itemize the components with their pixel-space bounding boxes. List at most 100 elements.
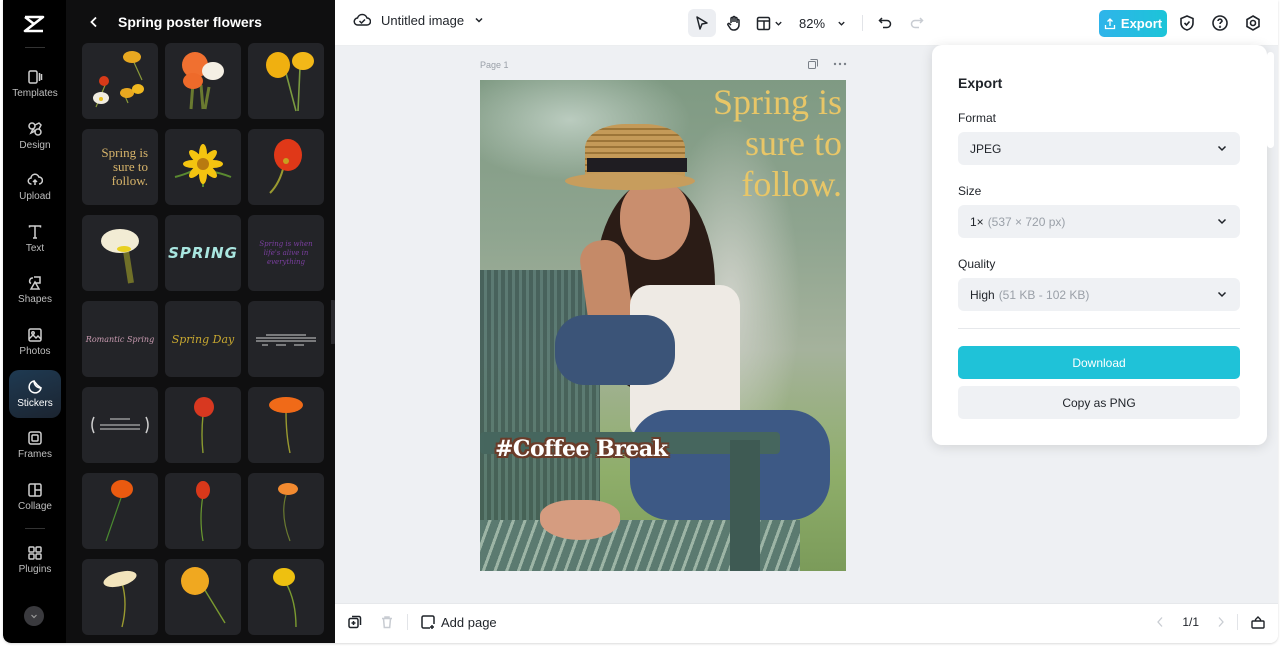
popup-divider [958, 328, 1240, 329]
copy-as-png-button[interactable]: Copy as PNG [958, 386, 1240, 419]
design-icon [28, 122, 42, 136]
orange-poppy-sticker [105, 480, 133, 542]
add-page-icon [421, 615, 435, 629]
zoom-level: 82% [799, 15, 826, 31]
rail-item-templates[interactable]: Templates [9, 60, 61, 108]
quality-select[interactable]: High (51 KB - 102 KB) [958, 278, 1240, 311]
settings-hex-icon [1246, 15, 1260, 31]
rail-item-collage[interactable]: Collage [9, 473, 61, 521]
rail-item-label: Shapes [18, 294, 52, 305]
sticker-tile[interactable]: Spring is sure to follow. [82, 129, 158, 205]
rail-item-upload[interactable]: Upload [9, 163, 61, 211]
chevron-down-icon [1217, 218, 1227, 225]
page-counter: 1/1 [1182, 615, 1199, 629]
rail-item-design[interactable]: Design [9, 112, 61, 160]
sticker-tile[interactable] [248, 387, 324, 463]
canvas-tools: 82% [688, 9, 931, 37]
rail-item-text[interactable]: Text [9, 215, 61, 263]
red-poppy-sticker [269, 139, 302, 194]
sticker-grid: Spring is sure to follow. SPRING Spring … [82, 43, 324, 635]
back-button[interactable] [84, 12, 104, 32]
sticker-tile[interactable] [165, 559, 241, 635]
sticker-tile[interactable]: Spring is when life's alive in everythin… [248, 215, 324, 291]
duplicate-add-icon[interactable] [347, 614, 363, 630]
sunflower-sticker [174, 144, 232, 187]
help-button[interactable] [1211, 14, 1229, 32]
trash-icon[interactable] [379, 614, 395, 630]
rail-more-button[interactable] [24, 606, 44, 626]
rail-item-photos[interactable]: Photos [9, 318, 61, 366]
cursor-icon [696, 16, 708, 30]
more-options-icon[interactable] [833, 62, 847, 66]
sticker-tile[interactable] [248, 129, 324, 205]
orange-white-poppies-sticker [182, 52, 224, 110]
poster-headline[interactable]: Spring is sure to follow. [713, 82, 842, 205]
stickers-icon [28, 380, 42, 394]
settings-button[interactable] [1244, 14, 1262, 32]
redo-button[interactable] [903, 9, 931, 37]
poster-tag[interactable]: #Coffee Break [495, 436, 668, 462]
size-select[interactable]: 1× (537 × 720 px) [958, 205, 1240, 238]
right-panel-scrollbar[interactable] [1267, 52, 1274, 148]
undo-button[interactable] [871, 9, 899, 37]
rail-item-stickers[interactable]: Stickers [9, 370, 61, 418]
hand-tool-button[interactable] [720, 9, 748, 37]
download-button[interactable]: Download [958, 346, 1240, 379]
divider [1237, 614, 1238, 630]
yellow-poppy-sticker [273, 568, 297, 628]
sticker-tile[interactable] [82, 473, 158, 549]
rail-item-label: Design [19, 140, 51, 151]
chevron-down-icon [31, 614, 37, 619]
select-tool-button[interactable] [688, 9, 716, 37]
sticker-tile[interactable] [248, 473, 324, 549]
export-button[interactable]: Export [1099, 10, 1167, 37]
export-popup-title: Export [958, 75, 1003, 91]
photo-face [620, 180, 690, 260]
rail-item-plugins[interactable]: Plugins [9, 536, 61, 584]
shapes-icon [28, 276, 41, 290]
sticker-tile[interactable] [82, 43, 158, 119]
next-page-icon[interactable] [1217, 616, 1225, 628]
capcut-logo-icon[interactable] [22, 14, 46, 34]
document-title-menu[interactable]: Untitled image [353, 12, 484, 28]
size-detail: (537 × 720 px) [987, 214, 1066, 229]
upload-cloud-icon [27, 173, 43, 185]
add-page-button[interactable]: Add page [420, 614, 497, 630]
rail-item-shapes[interactable]: Shapes [9, 266, 61, 314]
stickers-panel: Spring poster flowers Spring is sure to … [66, 0, 335, 643]
rail-item-frames[interactable]: Frames [9, 421, 61, 469]
duplicate-page-icon[interactable] [807, 58, 819, 70]
divider [407, 614, 408, 630]
tile-text: SPRING [168, 244, 238, 262]
red-poppy-2-sticker [196, 481, 210, 542]
format-select[interactable]: JPEG [958, 132, 1240, 165]
toolbar-divider [862, 15, 864, 31]
sticker-tile[interactable] [82, 559, 158, 635]
layout-menu-button[interactable] [752, 9, 787, 37]
prev-page-icon[interactable] [1156, 616, 1164, 628]
rail-divider [25, 47, 45, 48]
sticker-tile[interactable] [248, 43, 324, 119]
bottom-bar: Add page 1/1 [335, 603, 1278, 643]
sticker-tile[interactable] [165, 387, 241, 463]
cloud-saved-icon [353, 13, 371, 26]
poster-page[interactable]: Spring is sure to follow. #Coffee Break [480, 80, 846, 571]
sticker-tile[interactable]: SPRING [165, 215, 241, 291]
top-bar: Untitled image 82% Export [335, 0, 1278, 46]
shield-button[interactable] [1178, 14, 1196, 32]
sticker-tile[interactable] [82, 387, 158, 463]
sticker-tile[interactable] [248, 301, 324, 377]
zoom-dropdown[interactable]: 82% [791, 9, 854, 37]
sticker-tile[interactable] [165, 43, 241, 119]
page-manager-icon[interactable] [1250, 614, 1266, 630]
sticker-tile[interactable] [165, 129, 241, 205]
sticker-tile[interactable]: Romantic Spring [82, 301, 158, 377]
sticker-tile[interactable] [82, 215, 158, 291]
red-poppy-stem-sticker [194, 397, 214, 454]
size-value: 1× [970, 214, 984, 229]
tile-text: Romantic Spring [85, 334, 155, 344]
yellow-orange-poppy-sticker [181, 567, 226, 624]
sticker-tile[interactable] [165, 473, 241, 549]
sticker-tile[interactable] [248, 559, 324, 635]
sticker-tile[interactable]: Spring Day [165, 301, 241, 377]
